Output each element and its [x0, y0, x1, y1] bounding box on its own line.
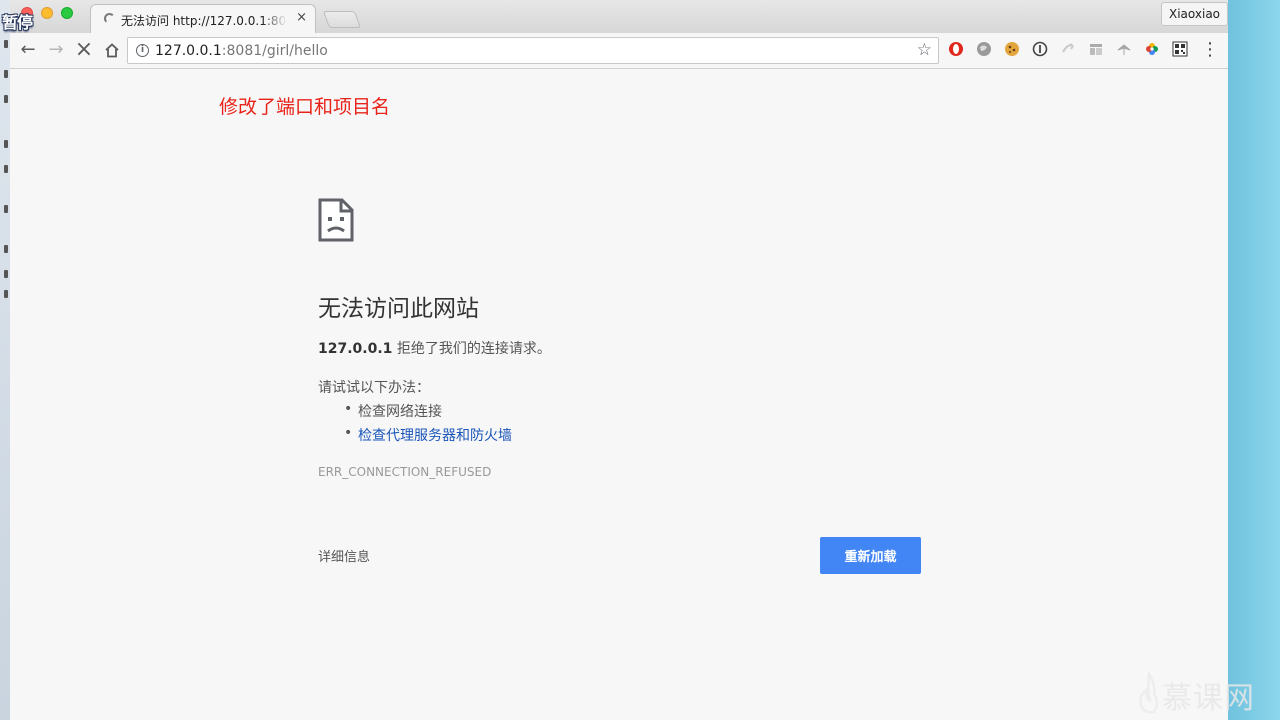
- back-button[interactable]: ←: [16, 39, 40, 61]
- arrows-icon[interactable]: [1060, 41, 1076, 57]
- watermark-logo: 慕课网: [1138, 670, 1270, 718]
- profile-button[interactable]: Xiaoxiao: [1161, 2, 1229, 26]
- error-code: ERR_CONNECTION_REFUSED: [318, 465, 492, 479]
- suggestions-heading: 请试试以下办法：: [318, 380, 430, 396]
- desktop-left-strip: [0, 0, 10, 720]
- opera-icon[interactable]: [948, 41, 964, 57]
- annotation-text: 修改了端口和项目名: [219, 96, 391, 118]
- globe-icon[interactable]: [976, 41, 992, 57]
- error-title: 无法访问此网站: [318, 296, 479, 322]
- qr-code-icon[interactable]: [1172, 41, 1188, 57]
- tab-close-button[interactable]: ×: [296, 10, 307, 25]
- bookmark-star-icon[interactable]: ☆: [917, 40, 932, 60]
- suggestion-item: 检查网络连接: [344, 401, 442, 421]
- sad-page-icon: [318, 198, 354, 242]
- info-circle-icon[interactable]: [1032, 41, 1048, 57]
- browser-window: 暂停 无法访问 http://127.0.0.1:8081/girl/hello…: [2, 0, 1229, 720]
- details-button[interactable]: 详细信息: [318, 546, 370, 565]
- address-bar[interactable]: i 127.0.0.1:8081/girl/hello ☆: [127, 37, 939, 64]
- suggestion-link-proxy-firewall[interactable]: 检查代理服务器和防火墙: [344, 425, 512, 445]
- pause-badge: 暂停: [2, 13, 33, 32]
- menu-icon[interactable]: ⋮: [1198, 39, 1222, 61]
- minimize-window-button[interactable]: [41, 7, 53, 19]
- forward-button[interactable]: →: [44, 39, 68, 61]
- colors-icon[interactable]: [1144, 41, 1160, 57]
- new-tab-button[interactable]: [322, 11, 362, 28]
- stop-button[interactable]: ×: [72, 39, 96, 61]
- home-icon[interactable]: [100, 42, 124, 64]
- tab-active[interactable]: 无法访问 http://127.0.0.1:8081/girl/hello ×: [90, 4, 316, 33]
- url-host: 127.0.0.1: [155, 43, 222, 59]
- cookie-icon[interactable]: [1004, 41, 1020, 57]
- url-text[interactable]: 127.0.0.1:8081/girl/hello: [155, 43, 328, 59]
- layout-icon[interactable]: [1088, 41, 1104, 57]
- toolbar: ← → × i 127.0.0.1:8081/girl/hello ☆ ⋮: [10, 33, 1228, 69]
- watermark-text: 慕课网: [1162, 681, 1255, 716]
- url-path: :8081/girl/hello: [221, 43, 328, 59]
- bird-icon[interactable]: [1116, 41, 1132, 57]
- error-description: 127.0.0.1 拒绝了我们的连接请求。: [318, 338, 551, 358]
- zoom-window-button[interactable]: [61, 7, 73, 19]
- loading-spinner-icon: [104, 13, 115, 24]
- error-description-text: 拒绝了我们的连接请求。: [392, 341, 551, 357]
- flame-icon: [1139, 672, 1159, 714]
- tab-title: 无法访问 http://127.0.0.1:8081/girl/hello: [121, 14, 287, 28]
- error-host: 127.0.0.1: [318, 341, 393, 357]
- info-icon[interactable]: i: [136, 44, 149, 57]
- desktop-background: [1228, 0, 1280, 720]
- tab-strip: 暂停 无法访问 http://127.0.0.1:8081/girl/hello…: [2, 0, 1229, 33]
- reload-button[interactable]: 重新加载: [820, 537, 921, 574]
